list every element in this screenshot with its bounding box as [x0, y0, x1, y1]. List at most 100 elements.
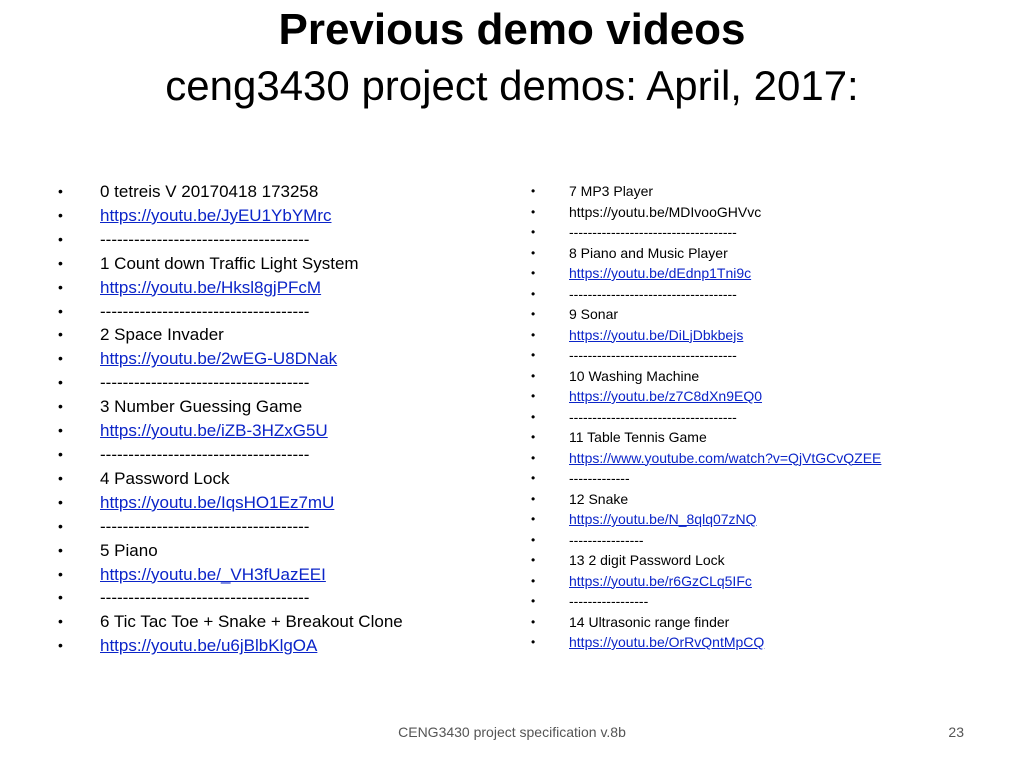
item-text: 12 Snake: [569, 490, 629, 507]
item-text: 6 Tic Tac Toe + Snake + Breakout Clone: [100, 612, 403, 632]
item-text: 2 Space Invader: [100, 325, 224, 345]
bullet-icon: •: [531, 389, 536, 403]
bullet-icon: •: [58, 326, 63, 343]
separator-line: -------------------------------------: [100, 516, 310, 536]
video-link[interactable]: https://youtu.be/dEdnp1Tni9c: [569, 265, 751, 281]
bullet-icon: •: [58, 422, 63, 439]
bullet-icon: •: [531, 553, 536, 567]
bullet-icon: •: [531, 573, 536, 588]
bullet-icon: •: [531, 184, 536, 198]
bullet-icon: •: [531, 307, 536, 321]
list-item: • https://youtu.be/DiLjDbkbejs: [531, 325, 1001, 346]
list-item: • 8 Piano and Music Player: [531, 243, 1001, 264]
video-link[interactable]: https://youtu.be/r6GzCLq5IFc: [569, 573, 752, 589]
list-item: • https://youtu.be/JyEU1YbYMrc: [58, 204, 498, 228]
list-item: • -----------------: [531, 591, 1001, 612]
title-subheading: ceng3430 project demos: April, 2017:: [165, 62, 859, 109]
video-link[interactable]: https://youtu.be/u6jBlbKlgOA: [100, 636, 317, 655]
item-text: 0 tetreis V 20170418 173258: [100, 182, 319, 201]
item-text: 10 Washing Machine: [569, 367, 700, 384]
bullet-icon: •: [58, 398, 63, 415]
bullet-icon: •: [531, 512, 536, 526]
bullet-icon: •: [531, 348, 536, 362]
list-item: • -------------------------------------: [58, 586, 498, 610]
slide: Previous demo videos ceng3430 project de…: [0, 0, 1024, 768]
item-text: 1 Count down Traffic Light System: [100, 253, 359, 273]
page-number: 23: [948, 724, 964, 740]
bullet-icon: •: [58, 517, 63, 534]
separator-line: ------------------------------------: [569, 224, 737, 240]
bullet-icon: •: [531, 532, 536, 547]
item-text: 13 2 digit Password Lock: [569, 552, 725, 568]
separator-line: -------------: [569, 470, 630, 486]
separator-line: -----------------: [569, 593, 649, 609]
list-item: • ------------------------------------: [531, 222, 1001, 243]
bullet-icon: •: [531, 368, 536, 383]
left-video-list: • 0 tetreis V 20170418 173258 • https://you…: [58, 180, 498, 658]
list-item: • -------------------------------------: [58, 371, 498, 395]
item-text: 4 Password Lock: [100, 468, 230, 488]
list-item: • https://youtu.be/u6jBlbKlgOA: [58, 634, 498, 658]
video-link[interactable]: https://youtu.be/iZB-3HZxG5U: [100, 421, 328, 440]
list-item: • https://youtu.be/r6GzCLq5IFc: [531, 571, 1001, 592]
bullet-icon: •: [58, 206, 63, 223]
list-item: • https://youtu.be/iZB-3HZxG5U: [58, 419, 498, 443]
list-item: • 12 Snake: [531, 489, 1001, 510]
item-text: 8 Piano and Music Player: [569, 244, 728, 261]
list-item: • ------------------------------------: [531, 407, 1001, 428]
separator-line: ------------------------------------: [569, 347, 737, 363]
list-item: • https://youtu.be/Hksl8gjPFcM: [58, 276, 498, 300]
bullet-icon: •: [58, 637, 63, 654]
right-video-list: • 7 MP3 Player • https://youtu.be/MDIvooGHV…: [531, 181, 1001, 653]
bullet-icon: •: [531, 450, 536, 465]
separator-line: -------------------------------------: [100, 301, 310, 321]
bullet-icon: •: [58, 278, 63, 295]
item-text: 3 Number Guessing Game: [100, 397, 303, 417]
video-link[interactable]: https://youtu.be/OrRvQntMpCQ: [569, 634, 764, 650]
separator-line: ------------------------------------: [569, 285, 737, 302]
video-link[interactable]: https://youtu.be/2wEG-U8DNak: [100, 349, 337, 368]
list-item: • https://www.youtube.com/watch?v=QjVtGCv…: [531, 448, 1001, 469]
bullet-icon: •: [58, 565, 63, 582]
bullet-icon: •: [531, 286, 536, 301]
bullet-icon: •: [58, 541, 63, 558]
bullet-icon: •: [58, 469, 63, 486]
separator-line: ------------------------------------: [569, 408, 737, 425]
video-link[interactable]: https://youtu.be/DiLjDbkbejs: [569, 327, 743, 343]
list-item: • https://youtu.be/z7C8dXn9EQ0: [531, 386, 1001, 407]
list-item: • 2 Space Invader: [58, 323, 498, 347]
list-item: • 6 Tic Tac Toe + Snake + Breakout Clone: [58, 610, 498, 634]
list-item: • 3 Number Guessing Game: [58, 395, 498, 419]
bullet-icon: •: [58, 445, 63, 462]
video-link[interactable]: https://www.youtube.com/watch?v=QjVtGCvQ…: [569, 450, 881, 466]
list-item: • 4 Password Lock: [58, 467, 498, 491]
video-link[interactable]: https://youtu.be/IqsHO1Ez7mU: [100, 493, 334, 512]
list-item: • 0 tetreis V 20170418 173258: [58, 180, 498, 204]
item-text: 11 Table Tennis Game: [569, 429, 707, 445]
list-item: • 14 Ultrasonic range finder: [531, 612, 1001, 633]
bullet-icon: •: [58, 613, 63, 630]
list-item: • ------------------------------------: [531, 345, 1001, 366]
list-item: • 1 Count down Traffic Light System: [58, 252, 498, 276]
item-text: https://youtu.be/MDIvooGHVvc: [569, 203, 762, 220]
bullet-icon: •: [531, 614, 536, 629]
list-item: • https://youtu.be/OrRvQntMpCQ: [531, 632, 1001, 653]
video-link[interactable]: https://youtu.be/N_8qlq07zNQ: [569, 511, 757, 527]
bullet-icon: •: [531, 594, 536, 608]
bullet-icon: •: [58, 374, 63, 391]
slide-title: Previous demo videos ceng3430 project de…: [0, 2, 1024, 114]
video-link[interactable]: https://youtu.be/_VH3fUazEEI: [100, 565, 326, 584]
bullet-icon: •: [531, 430, 536, 444]
list-item: • https://youtu.be/MDIvooGHVvc: [531, 202, 1001, 223]
footer-text: CENG3430 project specification v.8b: [398, 724, 626, 740]
video-link[interactable]: https://youtu.be/z7C8dXn9EQ0: [569, 388, 762, 404]
list-item: • -------------------------------------: [58, 300, 498, 324]
bullet-icon: •: [58, 183, 63, 199]
list-item: • -------------------------------------: [58, 515, 498, 539]
video-link[interactable]: https://youtu.be/Hksl8gjPFcM: [100, 278, 321, 297]
list-item: • 5 Piano: [58, 539, 498, 563]
bullet-icon: •: [531, 471, 536, 485]
list-item: • ----------------: [531, 530, 1001, 551]
video-link[interactable]: https://youtu.be/JyEU1YbYMrc: [100, 206, 332, 225]
separator-line: -------------------------------------: [100, 373, 310, 393]
